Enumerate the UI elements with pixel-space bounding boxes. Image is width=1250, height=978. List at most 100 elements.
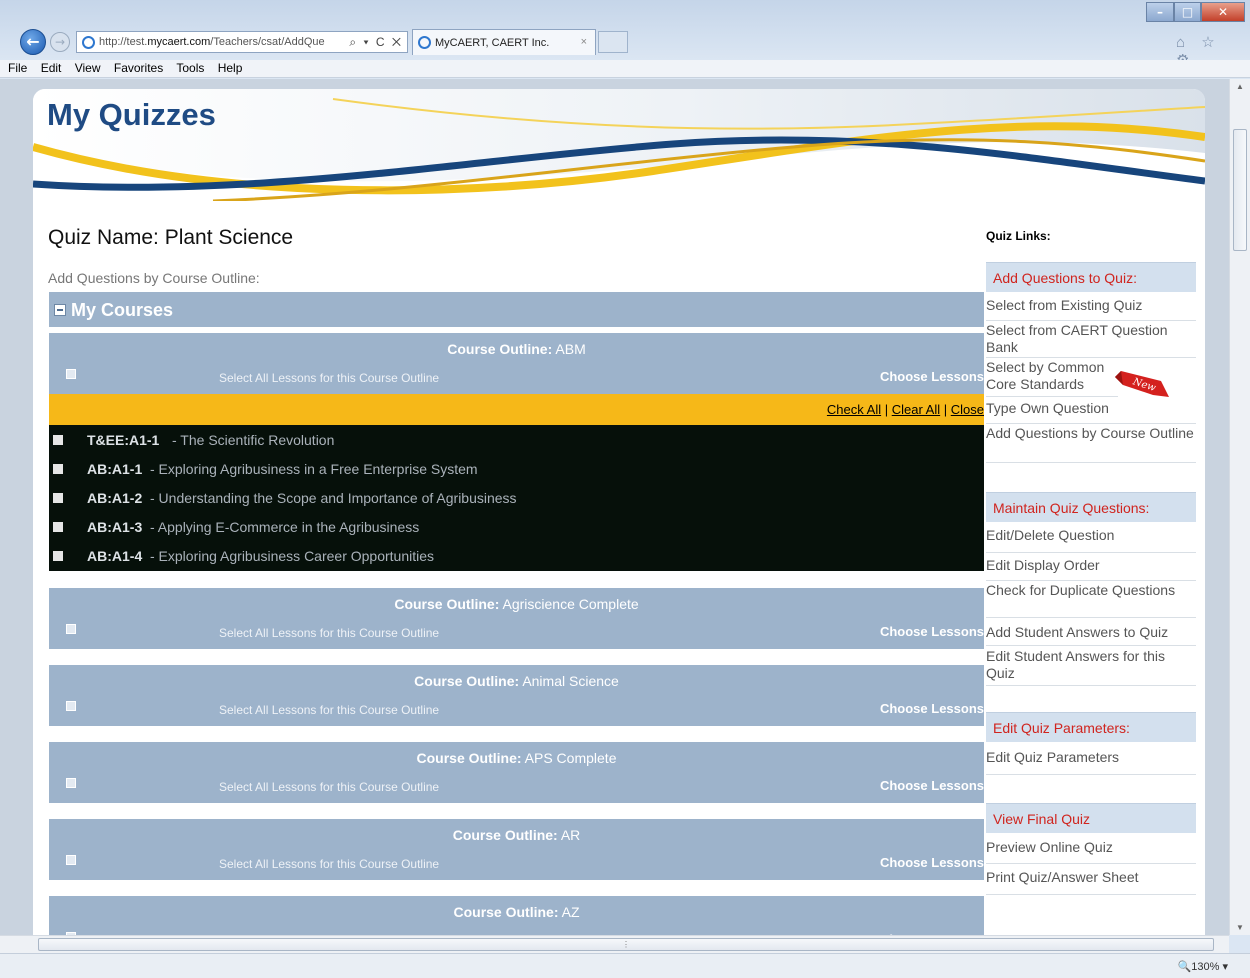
lesson-title: - Applying E-Commerce in the Agribusines… [150, 519, 420, 535]
link-common-core[interactable]: Select by Common Core Standards [986, 359, 1118, 397]
close-link[interactable]: Close [951, 402, 984, 417]
menu-bar: File Edit View Favorites Tools Help [0, 60, 1250, 78]
select-all-checkbox[interactable] [66, 624, 76, 634]
browser-tab[interactable]: MyCAERT, CAERT Inc. × [412, 29, 596, 55]
link-caert-question-bank[interactable]: Select from CAERT Question Bank [986, 322, 1196, 358]
lesson-code: AB:A1-2 [87, 490, 143, 506]
course-outline-label: Course Outline: [447, 341, 553, 357]
zoom-dropdown-icon[interactable]: ▾ [1222, 961, 1228, 973]
course-outline-label: Course Outline: [452, 827, 558, 843]
quiz-links-heading: Quiz Links: [986, 229, 1051, 243]
lesson-code: AB:A1-3 [87, 519, 143, 535]
course-outline-row: Course Outline: Animal Science Select Al… [49, 665, 984, 726]
choose-lessons-link[interactable]: Choose Lessons [880, 369, 984, 384]
select-all-checkbox[interactable] [66, 369, 76, 379]
course-name: AZ [561, 904, 580, 920]
select-all-label: Select All Lessons for this Course Outli… [219, 371, 440, 385]
lesson-checkbox[interactable] [53, 551, 63, 561]
lesson-code: AB:A1-1 [87, 461, 143, 477]
lesson-row: AB:A1-4 - Exploring Agribusiness Career … [49, 544, 984, 568]
horizontal-scroll-thumb[interactable]: ⋮ [38, 938, 1214, 951]
link-add-by-course-outline[interactable]: Add Questions by Course Outline [986, 425, 1196, 463]
select-all-checkbox[interactable] [66, 855, 76, 865]
course-outline-label: Course Outline: [414, 673, 520, 689]
clear-all-link[interactable]: Clear All [892, 402, 940, 417]
address-bar[interactable]: http://test.mycaert.com/Teachers/csat/Ad… [76, 31, 408, 53]
course-name: ABM [555, 341, 586, 357]
menu-help[interactable]: Help [218, 61, 243, 75]
lesson-actions-bar: Check All | Clear All | Close [49, 394, 984, 425]
link-edit-quiz-parameters[interactable]: Edit Quiz Parameters [986, 749, 1196, 775]
select-all-checkbox[interactable] [66, 778, 76, 788]
course-name: AR [560, 827, 581, 843]
zoom-level[interactable]: 🔍130% ▾ [1178, 960, 1228, 973]
my-courses-label: My Courses [71, 300, 174, 320]
scroll-up-icon[interactable]: ▲ [1236, 82, 1244, 91]
choose-lessons-link[interactable]: Choose Lessons [880, 701, 984, 716]
lesson-checkbox[interactable] [53, 464, 63, 474]
check-all-link[interactable]: Check All [827, 402, 881, 417]
section-maintain-questions: Maintain Quiz Questions: [986, 492, 1196, 522]
lesson-checkbox[interactable] [53, 493, 63, 503]
ie-page-icon [82, 36, 95, 49]
choose-lessons-link[interactable]: Choose Lessons [880, 855, 984, 870]
lesson-code: AB:A1-4 [87, 548, 143, 564]
select-all-label: Select All Lessons for this Course Outli… [219, 626, 440, 640]
choose-lessons-link[interactable]: Choose Lessons [880, 624, 984, 639]
zoom-value: 🔍130% [1177, 961, 1220, 973]
link-edit-student-answers[interactable]: Edit Student Answers for this Quiz [986, 648, 1196, 686]
new-tab-button[interactable] [598, 31, 628, 53]
select-all-checkbox[interactable] [66, 701, 76, 711]
address-controls-icon[interactable]: ⌕ ▾ C ✕ [349, 35, 403, 50]
course-outline-row: Course Outline: AR Select All Lessons fo… [49, 819, 984, 880]
back-button[interactable]: ← [20, 29, 46, 55]
course-outline-title: Course Outline: APS Complete [49, 750, 984, 766]
vertical-scrollbar[interactable]: ▲ ▼ [1229, 79, 1250, 935]
link-edit-delete-question[interactable]: Edit/Delete Question [986, 527, 1196, 553]
lesson-title: - Exploring Agribusiness Career Opportun… [150, 548, 435, 564]
separator: | [940, 402, 951, 417]
menu-edit[interactable]: Edit [41, 61, 62, 75]
lesson-checkbox[interactable] [53, 435, 63, 445]
vertical-scroll-thumb[interactable] [1233, 129, 1247, 251]
scroll-down-icon[interactable]: ▼ [1236, 923, 1244, 932]
menu-file[interactable]: File [8, 61, 27, 75]
menu-favorites[interactable]: Favorites [114, 61, 163, 75]
title-bar: ← → http://test.mycaert.com/Teachers/csa… [0, 0, 1250, 69]
maximize-button[interactable]: □ [1174, 2, 1201, 22]
choose-lessons-link[interactable]: Choose Lessons [880, 778, 984, 793]
menu-tools[interactable]: Tools [176, 61, 204, 75]
link-edit-display-order[interactable]: Edit Display Order [986, 557, 1196, 581]
link-print-quiz[interactable]: Print Quiz/Answer Sheet [986, 869, 1196, 895]
quiz-name: Quiz Name: Plant Science [48, 226, 294, 249]
page-viewport: My Quizzes Quiz Name: Plant Science Add … [0, 79, 1229, 935]
link-preview-online-quiz[interactable]: Preview Online Quiz [986, 839, 1196, 864]
collapse-icon[interactable] [54, 304, 66, 316]
link-select-existing-quiz[interactable]: Select from Existing Quiz [986, 297, 1196, 321]
course-name: Animal Science [522, 673, 619, 689]
menu-view[interactable]: View [75, 61, 101, 75]
tab-close-icon[interactable]: × [581, 36, 587, 48]
section-subtitle: Add Questions by Course Outline: [48, 270, 260, 286]
page-title: My Quizzes [47, 97, 216, 132]
lesson-row: AB:A1-2 - Understanding the Scope and Im… [49, 486, 984, 510]
course-outline-row: Course Outline: APS Complete Select All … [49, 742, 984, 803]
course-outline-row: Course Outline: Agriscience Complete Sel… [49, 588, 984, 649]
link-add-student-answers[interactable]: Add Student Answers to Quiz [986, 624, 1196, 646]
horizontal-scrollbar[interactable]: ⋮ [0, 935, 1229, 953]
course-outline-title: Course Outline: ABM [49, 341, 984, 357]
url-prefix: http://test. [99, 36, 148, 48]
close-window-button[interactable]: ✕ [1201, 2, 1245, 22]
forward-button[interactable]: → [50, 32, 70, 52]
tab-title: MyCAERT, CAERT Inc. [435, 37, 550, 49]
minimize-button[interactable]: – [1146, 2, 1174, 22]
new-badge-icon: New [1115, 371, 1169, 397]
link-type-own-question[interactable]: Type Own Question [986, 400, 1196, 424]
link-check-duplicates[interactable]: Check for Duplicate Questions [986, 582, 1196, 618]
lesson-title: - The Scientific Revolution [172, 432, 335, 448]
my-courses-header[interactable]: My Courses [49, 292, 984, 327]
lesson-title: - Exploring Agribusiness in a Free Enter… [150, 461, 478, 477]
course-outline-label: Course Outline: [394, 596, 500, 612]
lesson-row: AB:A1-1 - Exploring Agribusiness in a Fr… [49, 457, 984, 481]
lesson-checkbox[interactable] [53, 522, 63, 532]
